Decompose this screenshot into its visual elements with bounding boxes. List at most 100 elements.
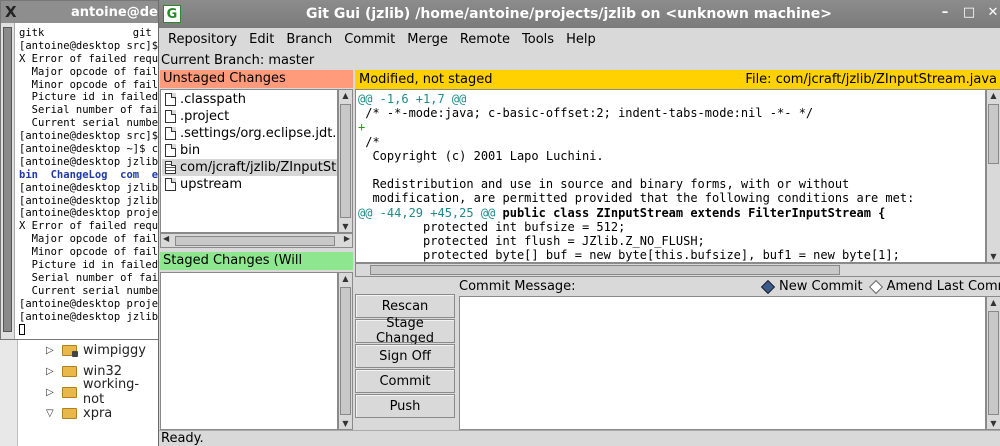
diff-vscroll[interactable]: ▲ ▼ <box>986 89 1000 263</box>
menu-branch[interactable]: Branch <box>280 28 338 52</box>
window-title: Git Gui (jzlib) /home/antoine/projects/j… <box>305 6 833 22</box>
scroll-right-icon[interactable]: ▶ <box>344 234 350 243</box>
tree-item[interactable]: ▷ working-not <box>46 377 160 407</box>
diff-hscroll-thumb[interactable] <box>370 265 840 275</box>
diff-line-text: /* -*-mode:java; c-basic-offset:2; inden… <box>358 106 814 121</box>
unstaged-file-row[interactable]: .classpath <box>165 91 337 108</box>
file-icon <box>165 127 176 140</box>
unstaged-file-row[interactable]: upstream <box>165 176 337 193</box>
scroll-up-icon[interactable]: ▲ <box>341 274 350 283</box>
terminal-line: Picture id in failed <box>19 91 159 104</box>
expand-triangle-icon[interactable]: ▷ <box>46 366 56 377</box>
scroll-up-icon[interactable]: ▲ <box>989 91 998 100</box>
diff-line-text: /* <box>358 134 380 149</box>
menu-tools[interactable]: Tools <box>516 28 560 52</box>
file-name: .classpath <box>180 92 246 107</box>
terminal-window[interactable]: X antoine@de gitk git [antoine@desktop sr… <box>0 0 161 340</box>
unstaged-changes-header: Unstaged Changes <box>160 70 353 88</box>
new-commit-radio[interactable] <box>760 279 776 295</box>
terminal-line: [antoine@desktop jzlib] <box>19 194 159 207</box>
menu-edit[interactable]: Edit <box>243 28 280 52</box>
diff-line: modification, are permitted provided tha… <box>358 191 914 205</box>
folder-icon <box>62 365 77 377</box>
expand-triangle-icon[interactable]: ▷ <box>46 387 56 398</box>
window-titlebar[interactable]: G Git Gui (jzlib) /home/antoine/projects… <box>159 0 1000 28</box>
terminal-scrollbar[interactable] <box>1 23 15 339</box>
file-name: bin <box>180 143 201 158</box>
push-button[interactable]: Push <box>355 394 455 418</box>
unstaged-scroll-thumb[interactable] <box>340 104 351 218</box>
diff-line-text: + <box>358 120 366 135</box>
diff-view[interactable]: @@ -1,6 +1,7 @@ /* -*-mode:java; c-basic… <box>355 89 986 263</box>
scroll-down-icon[interactable]: ▼ <box>341 419 350 428</box>
scroll-up-icon[interactable]: ▲ <box>341 91 350 100</box>
commit-button[interactable]: Commit <box>355 369 455 393</box>
amend-commit-radio[interactable] <box>868 279 883 295</box>
diff-line: + <box>358 120 365 134</box>
menu-merge[interactable]: Merge <box>401 28 454 52</box>
diff-line: protected int flush = JZlib.Z_NO_FLUSH; <box>358 234 705 248</box>
commit-message-vscroll[interactable]: ▲ ▼ <box>986 296 1000 430</box>
terminal-line: gitk git <box>19 27 152 39</box>
terminal-line: Minor opcode of faile <box>19 78 159 91</box>
menu-commit[interactable]: Commit <box>338 28 401 52</box>
tree-item[interactable]: ▽ xpra <box>46 403 112 423</box>
diff-scroll-thumb[interactable] <box>988 104 999 164</box>
tree-item[interactable]: ▷ wimpiggy <box>46 340 146 360</box>
terminal-line: X Error of failed reque <box>19 220 159 233</box>
minimize-button[interactable]: – <box>937 4 953 20</box>
modified-file-icon <box>165 161 176 174</box>
menu-repository[interactable]: Repository <box>162 28 243 52</box>
locked-folder-icon <box>62 344 78 357</box>
terminal-line: [antoine@desktop src]$ <box>19 130 159 143</box>
terminal-line: Serial number of fail <box>19 104 159 117</box>
scroll-down-icon[interactable]: ▼ <box>989 419 998 428</box>
diff-line-text: protected int flush = JZlib.Z_NO_FLUSH; <box>358 234 705 248</box>
unstaged-hscroll-thumb[interactable] <box>175 236 335 246</box>
terminal-scroll-thumb[interactable] <box>3 27 12 332</box>
file-name: com/jcraft/jzlib/ZInputSt <box>180 160 337 175</box>
terminal-titlebar[interactable]: X antoine@de <box>1 1 161 23</box>
terminal-cursor-line <box>19 323 159 336</box>
terminal-line: Major opcode of faile <box>19 233 159 246</box>
stage-changed-button[interactable]: Stage Changed <box>355 316 455 346</box>
new-commit-label[interactable]: New Commit <box>779 279 863 295</box>
menu-help[interactable]: Help <box>560 28 602 52</box>
close-button[interactable]: ✕ <box>985 4 1000 20</box>
unstaged-vscroll[interactable]: ▲ ▼ <box>338 89 353 233</box>
unstaged-file-row[interactable]: bin <box>165 142 337 159</box>
commit-scroll-thumb[interactable] <box>988 311 999 415</box>
expand-triangle-icon[interactable]: ▷ <box>46 345 56 356</box>
tree-item-label: xpra <box>83 405 113 421</box>
collapse-triangle-icon[interactable]: ▽ <box>46 408 56 419</box>
diff-line: Copyright (c) 2001 Lapo Luchini. <box>358 149 603 163</box>
unstaged-file-row[interactable]: .settings/org.eclipse.jdt. <box>165 125 337 142</box>
terminal-line: Current serial number <box>19 117 159 130</box>
unstaged-hscroll[interactable]: ◀ ▶ <box>160 233 353 248</box>
diff-line-text: @@ -1,6 +1,7 @@ <box>358 92 467 106</box>
unstaged-file-row[interactable]: com/jcraft/jzlib/ZInputSt <box>162 159 337 176</box>
terminal-cursor <box>19 323 25 335</box>
staged-vscroll[interactable]: ▲ ▼ <box>338 272 353 430</box>
unstaged-file-row[interactable]: .project <box>165 108 337 125</box>
diff-line: protected int bufsize = 512; <box>358 220 625 234</box>
sign-off-button[interactable]: Sign Off <box>355 344 455 368</box>
scroll-left-icon[interactable]: ◀ <box>163 234 169 243</box>
maximize-button[interactable]: □ <box>961 4 977 20</box>
scroll-down-icon[interactable]: ▼ <box>341 222 350 231</box>
diff-hscroll[interactable] <box>355 263 1000 277</box>
scroll-down-icon[interactable]: ▼ <box>989 252 998 261</box>
diff-hunk-header: @@ -1,6 +1,7 @@ <box>358 92 466 106</box>
amend-commit-label[interactable]: Amend Last Commit <box>887 279 1000 295</box>
menu-remote[interactable]: Remote <box>454 28 516 52</box>
scroll-up-icon[interactable]: ▲ <box>989 298 998 307</box>
staged-file-list[interactable] <box>160 272 338 430</box>
staged-scroll-thumb[interactable] <box>340 287 351 415</box>
commit-message-input[interactable] <box>459 296 986 430</box>
diff-line-text: protected byte[] buf = new byte[this.buf… <box>358 248 900 263</box>
unstaged-file-list[interactable]: .classpath .project .settings/org.eclipse.… <box>160 89 338 233</box>
diff-hunk-context: public class ZInputStream extends Filter… <box>502 205 886 220</box>
terminal-line: [antoine@desktop projec <box>19 297 159 310</box>
rescan-button[interactable]: Rescan <box>355 294 455 318</box>
commit-message-label: Commit Message: <box>459 279 576 294</box>
